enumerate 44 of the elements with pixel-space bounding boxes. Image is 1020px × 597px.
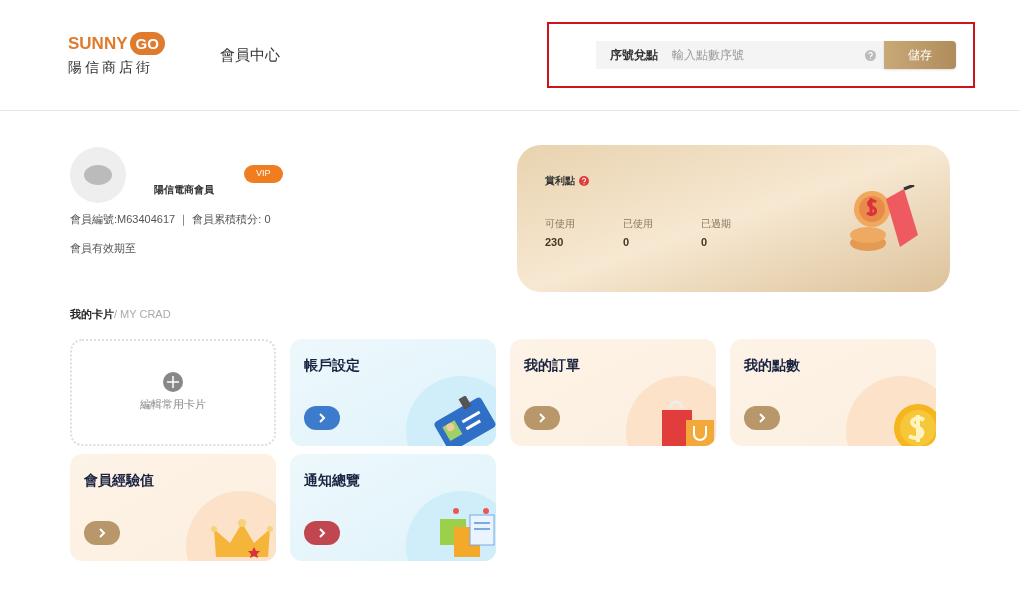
member-name: 陽信電商會員 [154, 182, 214, 197]
card-title: 會員經驗值 [84, 470, 155, 490]
chevron-right-icon [538, 411, 546, 424]
logo-wordmark: SUNNY [68, 35, 128, 52]
member-info: 會員編號:M63404617 ｜ 會員累積積分: 0 [70, 211, 272, 227]
stat-value: 230 [545, 235, 565, 250]
stat-label: 已使用 [623, 217, 654, 231]
stat-label: 可使用 [545, 217, 576, 231]
field-label: 序號兌點 [596, 41, 672, 69]
help-icon[interactable] [579, 175, 589, 186]
member-expiry: 會員有效期至 [70, 241, 137, 256]
stat-label: 已過期 [701, 217, 732, 231]
plus-icon [163, 371, 183, 392]
stat-value: 0 [623, 235, 631, 250]
logo-mark: GO [129, 32, 165, 55]
card-title: 通知總覽 [304, 470, 361, 490]
vip-badge: VIP [244, 165, 283, 183]
arrow-button[interactable] [524, 405, 560, 430]
logo-subtitle: 陽信商店街 [68, 58, 154, 77]
menu-card[interactable]: 帳戶設定 [290, 338, 496, 446]
arrow-button[interactable] [304, 520, 340, 545]
card-title: 我的點數 [744, 355, 801, 375]
card-title: 帳戶設定 [304, 355, 361, 375]
arrow-button[interactable] [304, 405, 340, 430]
add-card-label: 編輯常用卡片 [140, 396, 206, 412]
menu-card[interactable]: 我的點數 [730, 338, 936, 446]
chevron-right-icon [98, 526, 106, 539]
serial-field[interactable]: 輸入點數序號 [672, 41, 865, 69]
help-icon[interactable] [865, 49, 876, 61]
chevron-right-icon [758, 411, 766, 424]
chevron-right-icon [318, 411, 326, 424]
menu-card[interactable]: 我的訂單 [510, 338, 716, 446]
page-title: 會員中心 [220, 44, 280, 65]
stat-value: 0 [701, 235, 709, 250]
points-title: 賞利點 [545, 174, 575, 188]
menu-card[interactable]: 通知總覽 [290, 453, 496, 561]
menu-card[interactable]: 會員經驗值 [70, 453, 276, 561]
arrow-button[interactable] [744, 405, 780, 430]
chevron-right-icon [318, 526, 326, 539]
add-card-tile[interactable]: 編輯常用卡片 [70, 338, 276, 446]
section-heading: 我的卡片/ MY CRAD [69, 307, 172, 322]
card-title: 我的訂單 [524, 355, 581, 375]
crown-icon [210, 516, 276, 561]
arrow-button[interactable] [84, 520, 120, 545]
